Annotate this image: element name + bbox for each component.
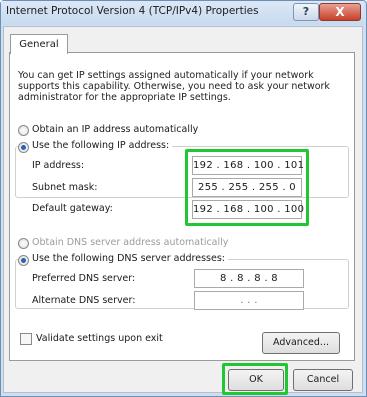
close-button[interactable]: X <box>319 3 361 21</box>
window-title: Internet Protocol Version 4 (TCP/IPv4) P… <box>6 5 259 17</box>
radio-use-following-ip[interactable] <box>18 142 29 153</box>
validate-checkbox[interactable] <box>20 333 32 345</box>
radio-obtain-ip-auto-label: Obtain an IP address automatically <box>32 124 199 135</box>
ip-fields-highlight <box>185 149 309 226</box>
alternate-dns-field[interactable]: . . . <box>194 291 304 310</box>
alternate-dns-label: Alternate DNS server: <box>32 295 136 306</box>
preferred-dns-field[interactable]: 8 . 8 . 8 . 8 <box>194 269 304 288</box>
radio-use-following-dns[interactable] <box>18 255 29 266</box>
ok-button-highlight <box>222 363 288 395</box>
help-button[interactable]: ? <box>293 3 319 21</box>
radio-obtain-dns-auto[interactable] <box>18 238 29 249</box>
advanced-button[interactable]: Advanced... <box>262 332 340 354</box>
radio-obtain-ip-auto[interactable] <box>18 125 29 136</box>
radio-use-following-dns-label: Use the following DNS server addresses: <box>29 253 228 264</box>
tab-general[interactable]: General <box>10 34 68 54</box>
cancel-button[interactable]: Cancel <box>293 369 353 391</box>
preferred-dns-label: Preferred DNS server: <box>32 273 136 284</box>
subnet-mask-label: Subnet mask: <box>32 182 98 193</box>
ip-address-label: IP address: <box>32 160 85 171</box>
radio-obtain-dns-auto-label: Obtain DNS server address automatically <box>32 237 229 248</box>
default-gateway-label: Default gateway: <box>32 203 113 214</box>
radio-use-following-ip-label: Use the following IP address: <box>29 140 173 151</box>
description-text: You can get IP settings assigned automat… <box>18 70 330 103</box>
validate-checkbox-label: Validate settings upon exit <box>36 333 163 344</box>
